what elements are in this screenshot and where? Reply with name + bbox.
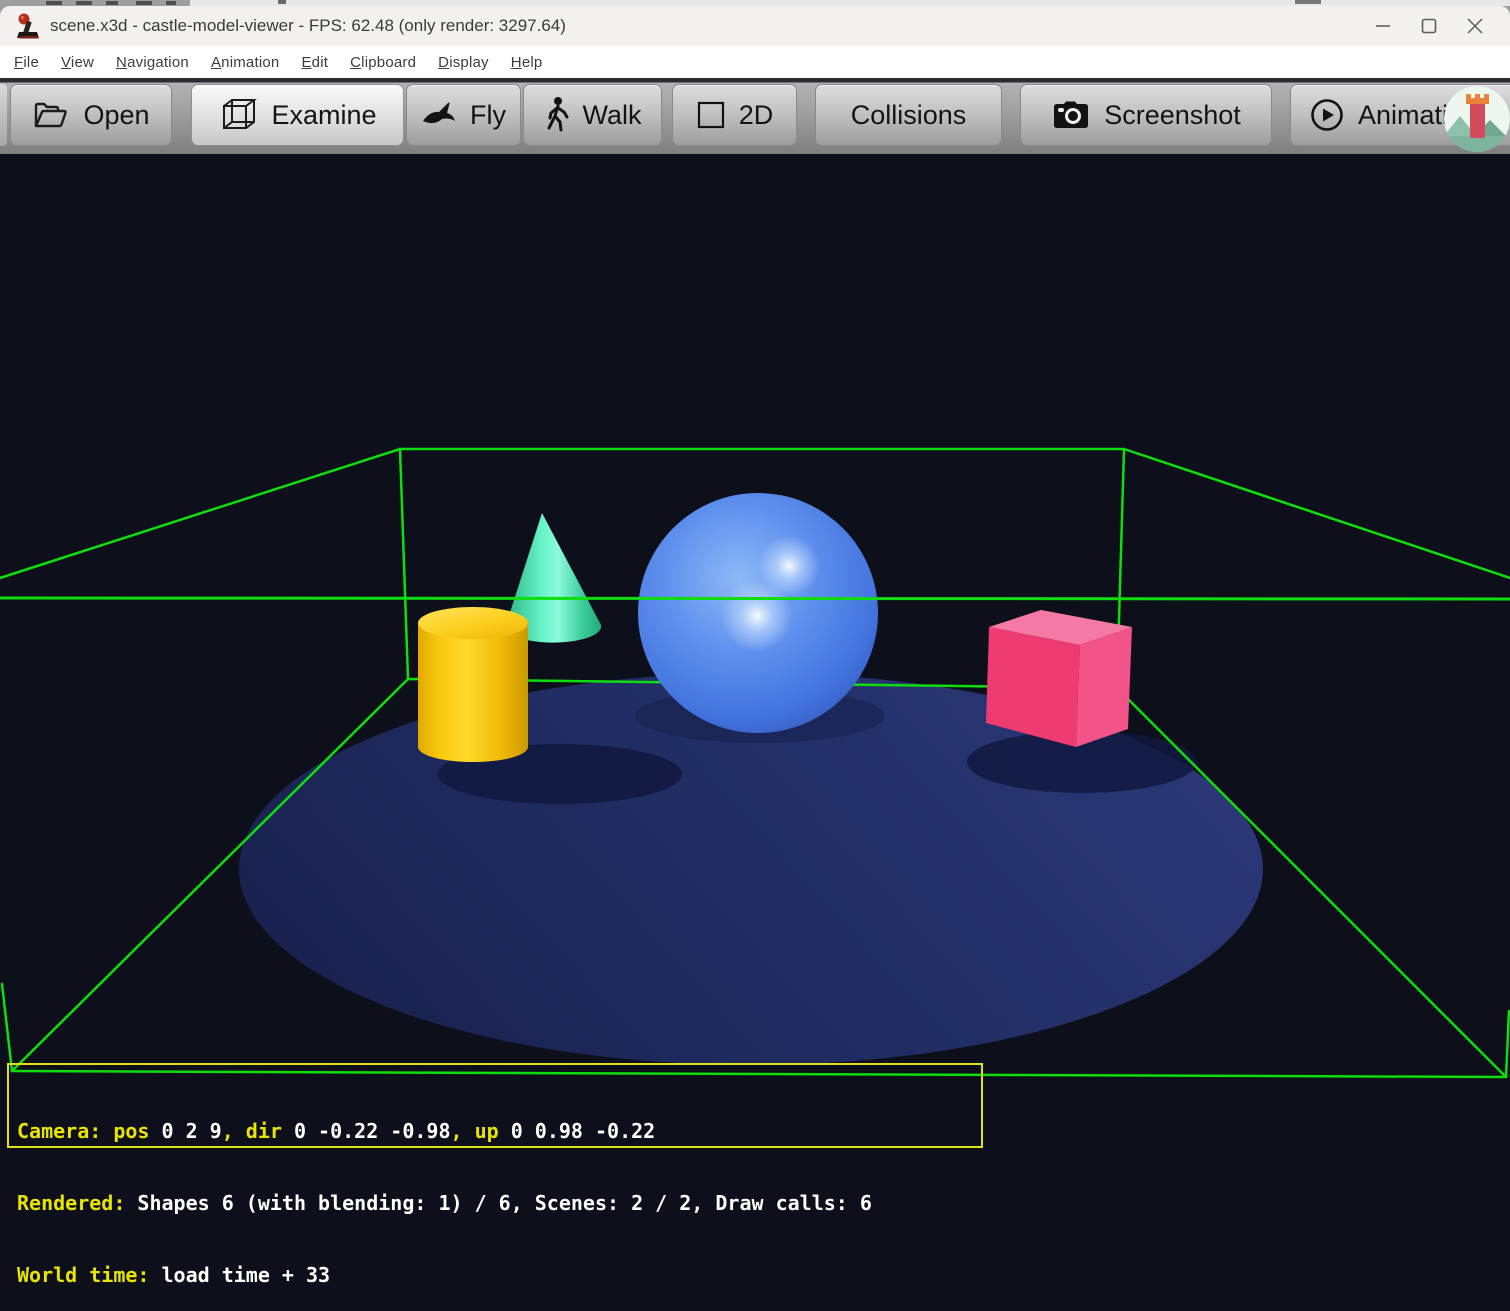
- menu-edit[interactable]: Edit: [290, 54, 339, 71]
- collisions-label: Collisions: [851, 100, 967, 131]
- window-title: scene.x3d - castle-model-viewer - FPS: 6…: [50, 16, 566, 36]
- screenshot-label: Screenshot: [1104, 100, 1241, 131]
- open-button[interactable]: Open: [10, 84, 172, 146]
- menu-help[interactable]: Help: [500, 54, 554, 71]
- camera-icon: [1051, 99, 1091, 131]
- status-panel: Camera: pos 0 2 9, dir 0 -0.22 -0.98, up…: [7, 1063, 983, 1148]
- open-folder-icon: [32, 98, 70, 132]
- status-rendered-line: Rendered: Shapes 6 (with blending: 1) / …: [17, 1191, 981, 1215]
- menu-display[interactable]: Display: [427, 54, 500, 71]
- sphere: [638, 493, 878, 733]
- status-worldtime-line: World time: load time + 33: [17, 1263, 981, 1287]
- toolbar: Open Examine Fly Walk 2D Collisions: [0, 78, 1510, 154]
- cylinder: [418, 607, 528, 762]
- menu-clipboard[interactable]: Clipboard: [339, 54, 427, 71]
- toolbar-edge: [0, 84, 7, 146]
- examine-label: Examine: [271, 100, 376, 131]
- examine-button[interactable]: Examine: [191, 84, 404, 146]
- wireframe-cube-icon: [218, 96, 258, 134]
- app-icon: [15, 12, 41, 40]
- walk-button[interactable]: Walk: [523, 84, 662, 146]
- menu-file[interactable]: File: [3, 54, 50, 71]
- maximize-button[interactable]: [1406, 9, 1452, 43]
- maximize-icon: [1420, 17, 1438, 35]
- castle-engine-logo: [1444, 86, 1510, 152]
- minimize-button[interactable]: [1360, 9, 1406, 43]
- close-icon: [1465, 16, 1485, 36]
- close-button[interactable]: [1452, 9, 1498, 43]
- 3d-viewport[interactable]: [0, 154, 1510, 1155]
- menu-navigation[interactable]: Navigation: [105, 54, 200, 71]
- title-bar: scene.x3d - castle-model-viewer - FPS: 6…: [0, 6, 1510, 46]
- fly-button[interactable]: Fly: [406, 84, 521, 146]
- menu-view[interactable]: View: [50, 54, 105, 71]
- fly-label: Fly: [470, 100, 506, 131]
- walk-label: Walk: [583, 100, 642, 131]
- collisions-button[interactable]: Collisions: [815, 84, 1002, 146]
- walking-person-icon: [544, 96, 570, 134]
- open-label: Open: [83, 100, 149, 131]
- play-circle-icon: [1309, 97, 1345, 133]
- twod-label: 2D: [739, 100, 774, 131]
- status-camera-line: Camera: pos 0 2 9, dir 0 -0.22 -0.98, up…: [17, 1119, 981, 1143]
- menu-animation[interactable]: Animation: [200, 54, 291, 71]
- screenshot-button[interactable]: Screenshot: [1020, 84, 1272, 146]
- menu-bar: File View Navigation Animation Edit Clip…: [0, 46, 1510, 78]
- bird-icon: [421, 99, 457, 131]
- square-outline-icon: [696, 100, 726, 130]
- twod-button[interactable]: 2D: [672, 84, 797, 146]
- box: [986, 610, 1132, 747]
- minimize-icon: [1374, 17, 1392, 35]
